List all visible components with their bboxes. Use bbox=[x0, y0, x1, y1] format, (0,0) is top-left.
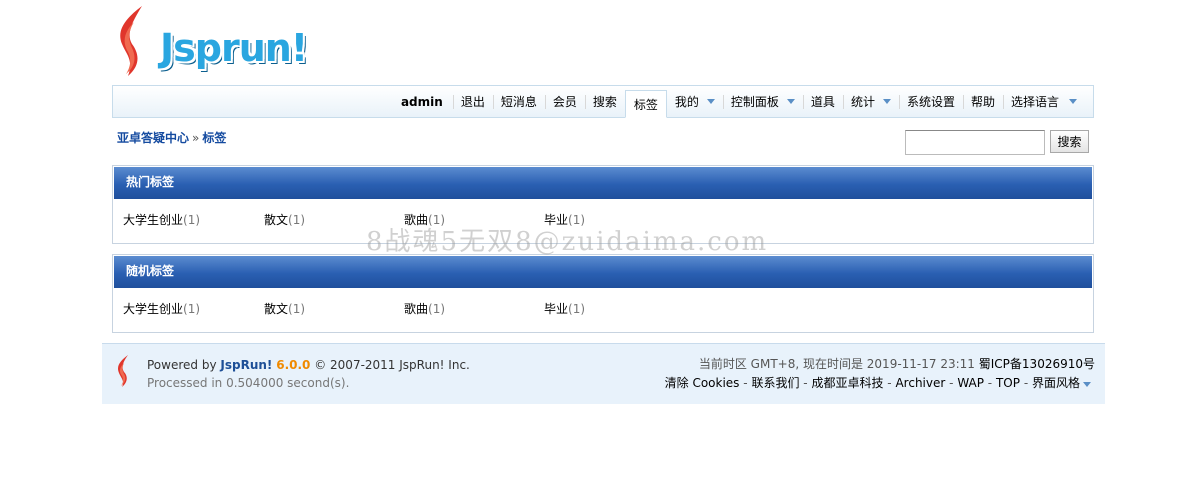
jsprun-flame-icon bbox=[120, 6, 142, 76]
nav-item-label: 选择语言 bbox=[1010, 95, 1059, 109]
tag-name: 毕业 bbox=[544, 302, 569, 316]
tag-name: 散文 bbox=[264, 302, 289, 316]
nav-item-system-settings[interactable]: 系统设置 bbox=[898, 86, 963, 117]
timezone-text: 当前时区 GMT+8, 现在时间是 2019-11-17 23:11 bbox=[698, 357, 975, 371]
nav-item-label: 控制面板 bbox=[730, 95, 779, 109]
nav-item-label: 统计 bbox=[850, 95, 875, 109]
nav-item-label: 我的 bbox=[674, 95, 699, 109]
powered-prefix: Powered by bbox=[147, 358, 217, 372]
tag-name: 大学生创业 bbox=[123, 302, 184, 316]
tag-count: (1) bbox=[183, 302, 201, 316]
logo-text: Jsprun! bbox=[160, 26, 308, 70]
footer: Powered by JspRun! 6.0.0 © 2007-2011 Jsp… bbox=[102, 343, 1105, 404]
nav-item-label: 标签 bbox=[633, 97, 658, 112]
tag-name: 大学生创业 bbox=[123, 213, 184, 227]
nav-item-label: 帮助 bbox=[970, 95, 995, 109]
nav-item-messages[interactable]: 短消息 bbox=[492, 86, 545, 117]
wap-link[interactable]: WAP bbox=[957, 376, 984, 390]
search-button[interactable]: 搜索 bbox=[1050, 130, 1089, 153]
tag-count: (1) bbox=[288, 213, 306, 227]
header: Jsprun! bbox=[112, 4, 1094, 84]
link-separator: - bbox=[987, 376, 993, 390]
nav-item-label: 短消息 bbox=[500, 95, 537, 109]
contact-link[interactable]: 联系我们 bbox=[751, 376, 799, 390]
tag-count: (1) bbox=[288, 302, 306, 316]
icp-link[interactable]: 蜀ICP备13026910号 bbox=[979, 357, 1095, 371]
nav-item-label: 会员 bbox=[552, 95, 577, 109]
copyright: © 2007-2011 JspRun! Inc. bbox=[314, 358, 470, 372]
watermark: 8战魂5无双8@zuidaima.com bbox=[366, 227, 769, 257]
nav-item-language[interactable]: 选择语言 bbox=[1002, 86, 1085, 117]
jsprun-flame-icon bbox=[118, 355, 128, 387]
footer-links: 清除 Cookies - 联系我们 - 成都亚卓科技 - Archiver - … bbox=[665, 374, 1091, 391]
nav-item-control-panel[interactable]: 控制面板 bbox=[722, 86, 803, 117]
tag-name: 散文 bbox=[264, 213, 289, 227]
nav-item-label: 退出 bbox=[460, 95, 485, 109]
link-separator: - bbox=[887, 376, 892, 390]
top-nav: admin 退出 短消息 会员 搜索 标签 我的 控制面板 道具 统计 系统设置… bbox=[112, 85, 1094, 118]
tag-name: 歌曲 bbox=[404, 302, 429, 316]
nav-item-logout[interactable]: 退出 bbox=[452, 86, 493, 117]
archiver-link[interactable]: Archiver bbox=[895, 376, 945, 390]
tag-count: (1) bbox=[568, 302, 586, 316]
powered-by: Powered by JspRun! 6.0.0 © 2007-2011 Jsp… bbox=[147, 358, 470, 372]
link-separator: - bbox=[743, 376, 748, 390]
tag-count: (1) bbox=[183, 213, 201, 227]
nav-user[interactable]: admin bbox=[393, 86, 453, 117]
breadcrumb: 亚卓答疑中心» 标签 bbox=[117, 129, 226, 146]
tag-link[interactable]: 大学生创业(1) bbox=[123, 300, 200, 317]
tag-list: 大学生创业(1) 散文(1) 歌曲(1) 毕业(1) bbox=[113, 289, 1093, 329]
breadcrumb-home[interactable]: 亚卓答疑中心 bbox=[117, 131, 189, 145]
nav-item-search[interactable]: 搜索 bbox=[584, 86, 625, 117]
search-input[interactable] bbox=[905, 130, 1045, 155]
clear-cookies-link[interactable]: 清除 Cookies bbox=[665, 376, 740, 390]
nav-item-label: 系统设置 bbox=[906, 95, 955, 109]
link-separator: - bbox=[949, 376, 954, 390]
processed-time: Processed in 0.504000 second(s). bbox=[147, 376, 350, 390]
top-link[interactable]: TOP bbox=[996, 376, 1020, 390]
nav-item-tags[interactable]: 标签 bbox=[624, 90, 667, 118]
link-separator: - bbox=[1023, 376, 1029, 390]
link-separator: - bbox=[803, 376, 808, 390]
tag-count: (1) bbox=[428, 302, 446, 316]
nav-item-mine[interactable]: 我的 bbox=[667, 86, 723, 117]
breadcrumb-separator: » bbox=[192, 131, 200, 145]
version: 6.0.0 bbox=[276, 358, 311, 372]
chevron-down-icon bbox=[706, 99, 715, 104]
panel-title: 热门标签 bbox=[114, 167, 1092, 199]
nav-user-label: admin bbox=[400, 94, 443, 109]
nav-item-label: 搜索 bbox=[592, 95, 617, 109]
nav-item-members[interactable]: 会员 bbox=[544, 86, 585, 117]
tag-link[interactable]: 歌曲(1) bbox=[404, 300, 445, 317]
tag-link[interactable]: 大学生创业(1) bbox=[123, 211, 200, 228]
footer-time-info: 当前时区 GMT+8, 现在时间是 2019-11-17 23:11 蜀ICP备… bbox=[699, 355, 1095, 372]
random-tags-panel: 随机标签 大学生创业(1) 散文(1) 歌曲(1) 毕业(1) bbox=[112, 254, 1094, 333]
nav-item-stats[interactable]: 统计 bbox=[842, 86, 899, 117]
chevron-down-icon bbox=[786, 99, 795, 104]
tag-link[interactable]: 毕业(1) bbox=[544, 300, 585, 317]
nav-item-help[interactable]: 帮助 bbox=[962, 86, 1003, 117]
brand-link[interactable]: JspRun! bbox=[220, 358, 272, 372]
chevron-down-icon bbox=[1069, 99, 1077, 104]
chevron-down-icon bbox=[882, 99, 891, 104]
company-link[interactable]: 成都亚卓科技 bbox=[811, 376, 883, 390]
theme-link[interactable]: 界面风格 bbox=[1032, 376, 1080, 390]
nav-item-tools[interactable]: 道具 bbox=[802, 86, 843, 117]
nav-item-label: 道具 bbox=[810, 95, 835, 109]
panel-title: 随机标签 bbox=[114, 256, 1092, 288]
chevron-down-icon bbox=[1083, 382, 1091, 387]
tag-link[interactable]: 散文(1) bbox=[264, 211, 305, 228]
tag-link[interactable]: 散文(1) bbox=[264, 300, 305, 317]
breadcrumb-current: 标签 bbox=[202, 131, 227, 145]
site-logo[interactable]: Jsprun! bbox=[112, 4, 312, 82]
